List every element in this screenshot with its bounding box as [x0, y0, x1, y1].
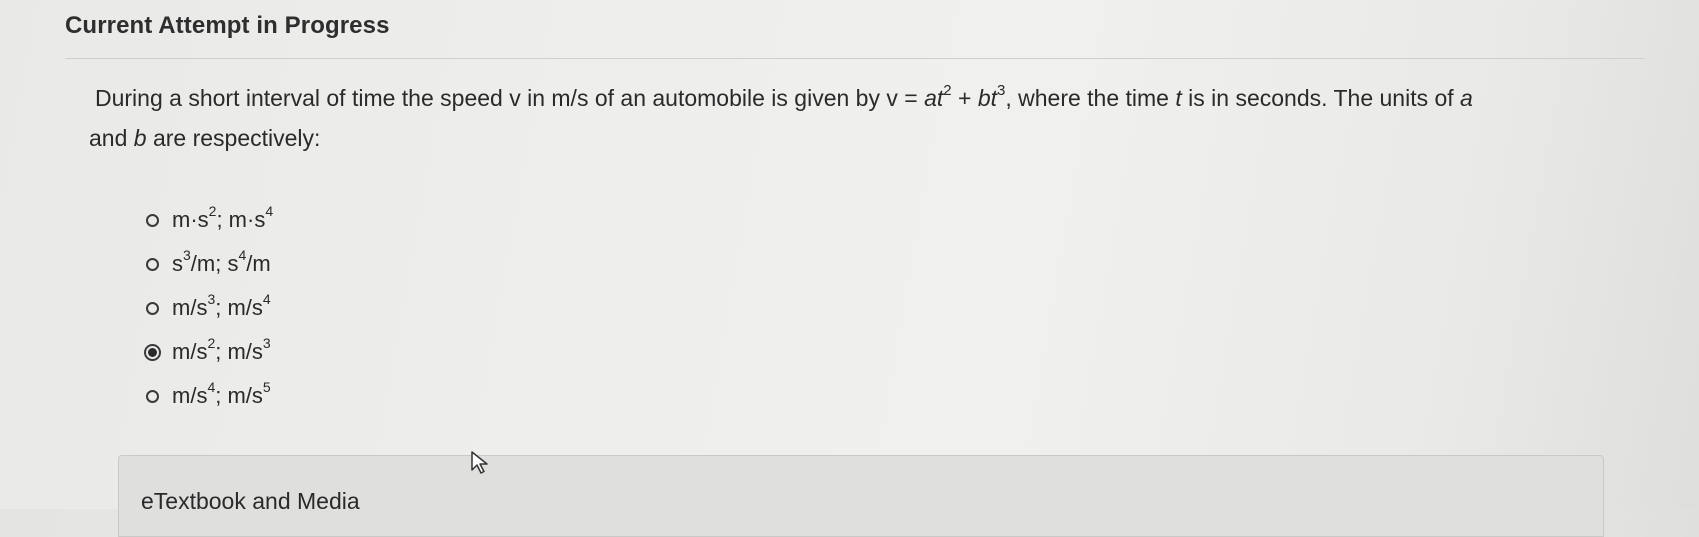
variable-a: a	[924, 85, 937, 111]
answer-option-5[interactable]: m/s4; m/s5	[146, 374, 273, 418]
unit-a: m/s	[172, 383, 208, 408]
variable-b: b	[133, 125, 147, 151]
answer-option-4-selected[interactable]: m/s2; m/s3	[144, 330, 273, 374]
etextbook-media-panel[interactable]: eTextbook and Media	[118, 455, 1604, 537]
option-label: m/s4; m/s5	[172, 380, 271, 409]
exponent: 4	[238, 246, 247, 263]
exponent: 5	[262, 378, 271, 395]
exponent: 4	[265, 202, 274, 219]
unit-a: m·s	[172, 207, 209, 232]
etextbook-media-label[interactable]: eTextbook and Media	[141, 488, 360, 515]
option-label: m/s2; m/s3	[172, 336, 271, 365]
variable-b: b	[977, 85, 991, 111]
mouse-pointer-icon	[471, 451, 488, 474]
header-divider	[65, 58, 1645, 59]
unit-tail: /m	[246, 251, 271, 276]
question-part-4: are respectively:	[146, 125, 321, 151]
exponent: 3	[997, 82, 1006, 100]
answer-option-1[interactable]: m·s2; m·s4	[146, 198, 273, 242]
radio-button-icon[interactable]	[146, 213, 159, 227]
radio-button-icon[interactable]	[146, 389, 159, 403]
answer-option-2[interactable]: s3/m; s4/m	[146, 242, 273, 286]
radio-button-selected-icon[interactable]	[144, 343, 161, 361]
unit-b: /m; s	[190, 251, 239, 276]
question-and: and	[89, 125, 134, 151]
page-title: Current Attempt in Progress	[65, 12, 390, 39]
plus-sign: +	[951, 85, 978, 111]
exponent: 4	[262, 290, 271, 307]
exponent: 4	[207, 378, 216, 395]
answer-option-3[interactable]: m/s3; m/s4	[146, 286, 273, 330]
unit-b: ; m·s	[216, 207, 266, 232]
exponent: 3	[207, 290, 216, 307]
option-label: s3/m; s4/m	[172, 248, 271, 277]
option-label: m/s3; m/s4	[172, 292, 271, 321]
exponent: 3	[183, 246, 191, 263]
exponent: 3	[262, 334, 271, 351]
question-text: During a short interval of time the spee…	[89, 78, 1655, 158]
unit-b: ; m/s	[215, 339, 263, 364]
unit-a: s	[172, 251, 183, 276]
unit-b: ; m/s	[215, 383, 263, 408]
option-label: m·s2; m·s4	[172, 204, 273, 233]
question-part-1: During a short interval of time the spee…	[95, 85, 925, 111]
unit-b: ; m/s	[215, 295, 263, 320]
unit-a: m/s	[172, 295, 208, 320]
exponent: 2	[207, 334, 216, 351]
radio-button-icon[interactable]	[146, 257, 159, 271]
assignment-page: Current Attempt in Progress During a sho…	[0, 0, 1699, 537]
exponent: 2	[208, 202, 217, 219]
radio-button-icon[interactable]	[146, 301, 159, 315]
question-part-2: , where the time	[1005, 85, 1176, 111]
exponent: 2	[943, 82, 952, 100]
question-part-3: is in seconds. The units of	[1181, 85, 1461, 111]
unit-a: m/s	[172, 339, 208, 364]
answer-options: m·s2; m·s4 s3/m; s4/m m/s3; m/s4 m/s2; m…	[144, 198, 273, 418]
variable-a: a	[1460, 85, 1473, 111]
